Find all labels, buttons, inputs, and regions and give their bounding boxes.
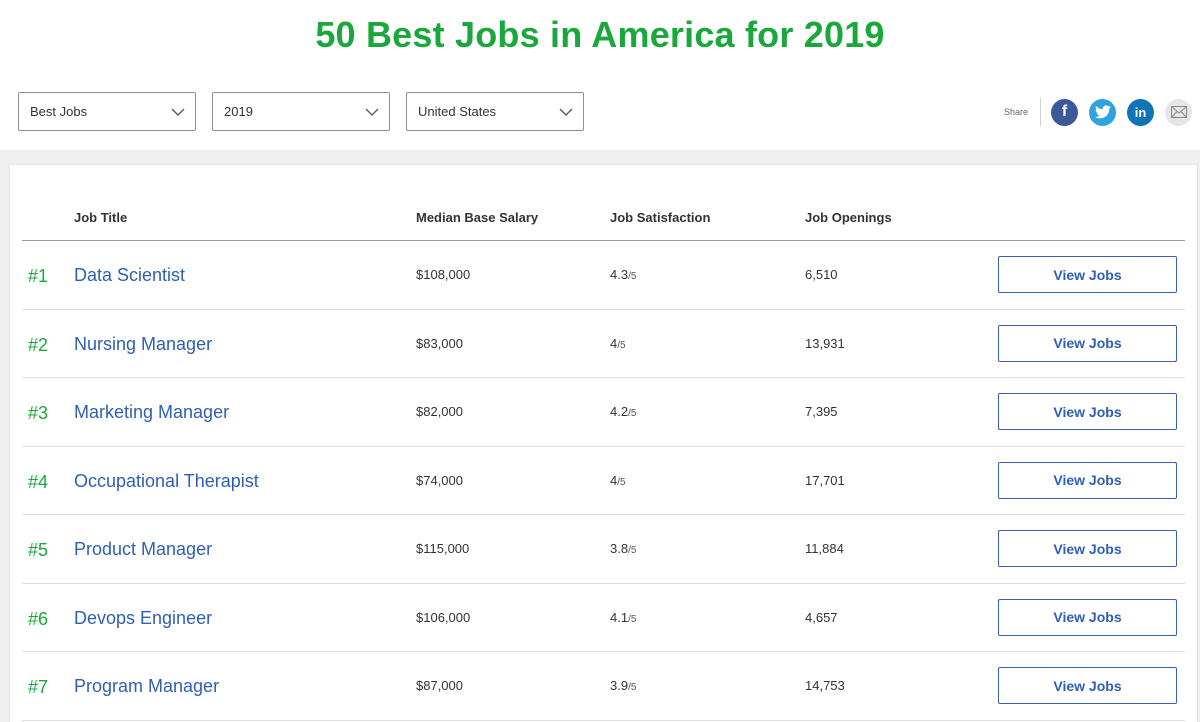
table-row: #4 Occupational Therapist $74,000 4/5 17… [22, 447, 1185, 515]
salary-value: $115,000 [416, 541, 470, 556]
chevron-down-icon [171, 108, 185, 116]
satisfaction-denominator: /5 [617, 339, 626, 351]
satisfaction-denominator: /5 [628, 545, 637, 556]
view-jobs-button[interactable]: View Jobs [998, 530, 1177, 567]
table-row: #1 Data Scientist $108,000 4.3/5 6,510 V… [22, 241, 1185, 310]
share-divider [1040, 98, 1041, 126]
table-row: #2 Nursing Manager $83,000 4/5 13,931 Vi… [22, 310, 1185, 378]
openings-value: 11,884 [805, 541, 844, 556]
job-rank: #4 [28, 471, 49, 492]
view-jobs-button[interactable]: View Jobs [998, 598, 1177, 636]
jobs-table: Job Title Median Base Salary Job Satisfa… [10, 165, 1197, 722]
openings-value: 17,701 [805, 472, 845, 488]
job-rank: #6 [28, 608, 49, 629]
column-header-satisfaction[interactable]: Job Satisfaction [610, 210, 710, 225]
openings-value: 13,931 [805, 335, 845, 351]
linkedin-icon[interactable]: in [1127, 98, 1154, 126]
share-label: Share [1003, 107, 1028, 117]
filter-bar: Best Jobs 2019 United States [18, 92, 584, 131]
satisfaction-score: 3.9 [610, 678, 629, 693]
column-header-openings[interactable]: Job Openings [805, 210, 892, 225]
job-rank: #7 [28, 677, 49, 697]
satisfaction-score: 4.2 [610, 404, 629, 419]
twitter-icon[interactable] [1089, 98, 1116, 126]
satisfaction-value: 4.1/5 [610, 610, 636, 625]
share-bar: Share f in [1004, 97, 1200, 127]
salary-value: $82,000 [416, 404, 463, 419]
table-row: #5 Product Manager $115,000 3.8/5 11,884… [22, 515, 1185, 584]
job-rank: #2 [28, 334, 49, 355]
openings-value: 4,657 [805, 609, 838, 625]
job-rank: #1 [28, 266, 49, 286]
page-title: 50 Best Jobs in America for 2019 [315, 14, 885, 55]
satisfaction-denominator: /5 [628, 682, 637, 693]
satisfaction-denominator: /5 [617, 476, 626, 488]
satisfaction-score: 4.1 [610, 609, 629, 625]
category-select[interactable]: Best Jobs [18, 92, 196, 131]
salary-value: $83,000 [416, 335, 463, 351]
country-select-value: United States [418, 104, 497, 119]
country-select[interactable]: United States [406, 92, 584, 131]
year-select-value: 2019 [224, 104, 253, 119]
satisfaction-score: 4.3 [610, 267, 629, 282]
job-title-link[interactable]: Marketing Manager [74, 402, 229, 423]
job-title-link[interactable]: Program Manager [74, 676, 219, 697]
view-jobs-button[interactable]: View Jobs [998, 324, 1177, 362]
openings-value: 6,510 [805, 267, 838, 282]
category-select-value: Best Jobs [30, 104, 88, 119]
satisfaction-value: 3.8/5 [610, 541, 636, 556]
openings-value: 14,753 [805, 678, 845, 693]
salary-value: $74,000 [416, 472, 463, 488]
chevron-down-icon [559, 108, 573, 116]
satisfaction-value: 4/5 [610, 473, 626, 488]
salary-value: $87,000 [416, 678, 463, 693]
job-title-link[interactable]: Occupational Therapist [74, 471, 259, 492]
satisfaction-value: 4.3/5 [610, 267, 636, 282]
satisfaction-denominator: /5 [628, 408, 637, 419]
column-header-salary[interactable]: Median Base Salary [416, 210, 538, 225]
salary-value: $106,000 [416, 609, 471, 625]
column-header-job-title[interactable]: Job Title [74, 210, 127, 225]
job-title-link[interactable]: Product Manager [74, 539, 212, 560]
satisfaction-score: 3.8 [610, 541, 629, 556]
view-jobs-button[interactable]: View Jobs [998, 461, 1177, 499]
satisfaction-value: 3.9/5 [610, 678, 636, 693]
chevron-down-icon [365, 108, 379, 116]
salary-value: $108,000 [416, 267, 471, 282]
view-jobs-button[interactable]: View Jobs [998, 256, 1177, 293]
table-header: Job Title Median Base Salary Job Satisfa… [22, 165, 1185, 241]
job-rank: #5 [28, 540, 49, 560]
job-title-link[interactable]: Data Scientist [74, 265, 185, 286]
openings-value: 7,395 [805, 404, 838, 419]
satisfaction-denominator: /5 [628, 271, 637, 282]
view-jobs-button[interactable]: View Jobs [998, 393, 1177, 430]
table-row: #6 Devops Engineer $106,000 4.1/5 4,657 … [22, 584, 1185, 652]
satisfaction-denominator: /5 [628, 613, 637, 625]
job-rank: #3 [28, 403, 49, 423]
email-icon[interactable] [1165, 98, 1192, 126]
table-row: #3 Marketing Manager $82,000 4.2/5 7,395… [22, 378, 1185, 447]
year-select[interactable]: 2019 [212, 92, 390, 131]
facebook-icon[interactable]: f [1051, 98, 1078, 126]
view-jobs-button[interactable]: View Jobs [998, 667, 1177, 704]
job-title-link[interactable]: Devops Engineer [74, 608, 212, 629]
satisfaction-value: 4/5 [610, 336, 626, 351]
satisfaction-value: 4.2/5 [610, 404, 636, 419]
table-row: #7 Program Manager $87,000 3.9/5 14,753 … [22, 652, 1185, 721]
job-title-link[interactable]: Nursing Manager [74, 334, 212, 355]
